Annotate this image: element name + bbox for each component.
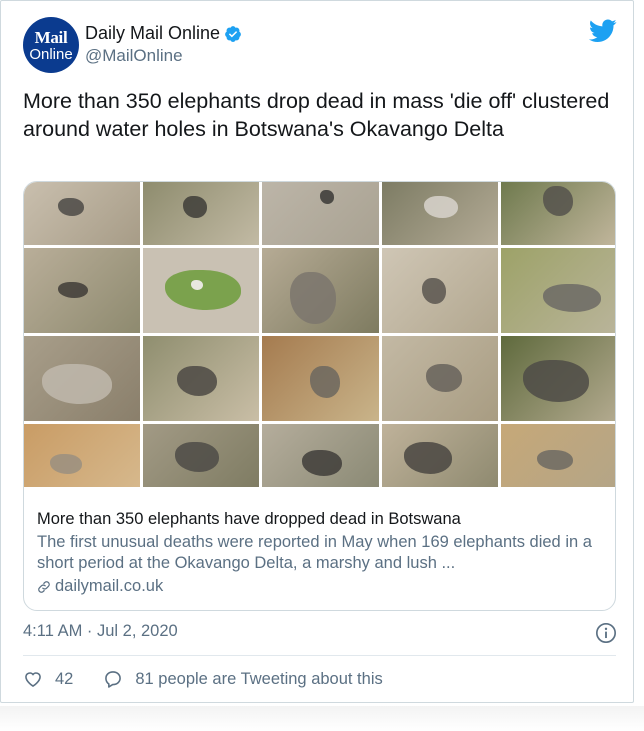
link-description: The first unusual deaths were reported i… xyxy=(37,533,592,572)
collage-photo xyxy=(381,424,498,487)
link-icon xyxy=(38,580,50,593)
tweet-card: Mail Online Daily Mail Online @MailOnlin… xyxy=(0,0,634,703)
display-name-text: Daily Mail Online xyxy=(85,23,221,43)
link-domain: dailymail.co.uk xyxy=(55,577,164,595)
collage-photo xyxy=(500,182,615,245)
link-title: More than 350 elephants have dropped dea… xyxy=(37,510,461,528)
collage-photo xyxy=(381,248,498,333)
collage-photo xyxy=(262,182,379,245)
verified-badge-icon xyxy=(225,25,241,42)
account-names[interactable]: Daily Mail Online @MailOnline xyxy=(85,23,242,66)
avatar[interactable]: Mail Online xyxy=(23,17,79,73)
collage-photo xyxy=(24,336,141,421)
collage-photo xyxy=(143,182,260,245)
collage-photo xyxy=(24,248,141,333)
collage-photo xyxy=(143,336,260,421)
heart-icon xyxy=(25,672,41,688)
timestamp[interactable]: 4:11 AM · Jul 2, 2020 xyxy=(23,622,178,640)
collage-photo xyxy=(262,336,379,421)
action-bar: 42 81 people are Tweeting about this xyxy=(23,667,383,691)
divider xyxy=(23,655,616,656)
account-handle[interactable]: @MailOnline xyxy=(85,46,242,66)
collage-photo xyxy=(143,248,260,333)
twitter-bird-icon[interactable] xyxy=(589,19,617,43)
like-button[interactable]: 42 xyxy=(23,669,73,689)
avatar-text-bottom: Online xyxy=(29,45,73,63)
tweeting-about-button[interactable]: 81 people are Tweeting about this xyxy=(103,669,383,689)
collage-photo xyxy=(500,248,615,333)
image-collage xyxy=(24,182,615,494)
timestamp-row: 4:11 AM · Jul 2, 2020 xyxy=(23,622,617,644)
tweet-text: More than 350 elephants drop dead in mas… xyxy=(23,89,610,141)
info-icon[interactable] xyxy=(595,622,617,644)
tweeting-about-text: 81 people are Tweeting about this xyxy=(135,669,383,688)
tweet-header: Mail Online Daily Mail Online @MailOnlin… xyxy=(23,17,619,77)
collage-photo xyxy=(262,424,379,487)
collage-photo xyxy=(24,182,141,245)
collage-photo xyxy=(500,336,615,421)
like-count: 42 xyxy=(55,669,74,688)
collage-photo xyxy=(381,182,498,245)
collage-photo xyxy=(262,248,379,333)
page-bottom-edge xyxy=(0,706,644,731)
link-preview-card[interactable]: More than 350 elephants have dropped dea… xyxy=(23,181,616,611)
avatar-text-top: Mail xyxy=(34,27,68,47)
collage-photo xyxy=(381,336,498,421)
link-domain-row: dailymail.co.uk xyxy=(37,577,607,596)
link-info[interactable]: More than 350 elephants have dropped dea… xyxy=(37,509,607,596)
display-name[interactable]: Daily Mail Online xyxy=(85,23,242,44)
collage-photo xyxy=(143,424,260,487)
collage-photo xyxy=(24,424,141,487)
reply-bubble-icon xyxy=(105,671,122,688)
collage-photo xyxy=(500,424,615,487)
